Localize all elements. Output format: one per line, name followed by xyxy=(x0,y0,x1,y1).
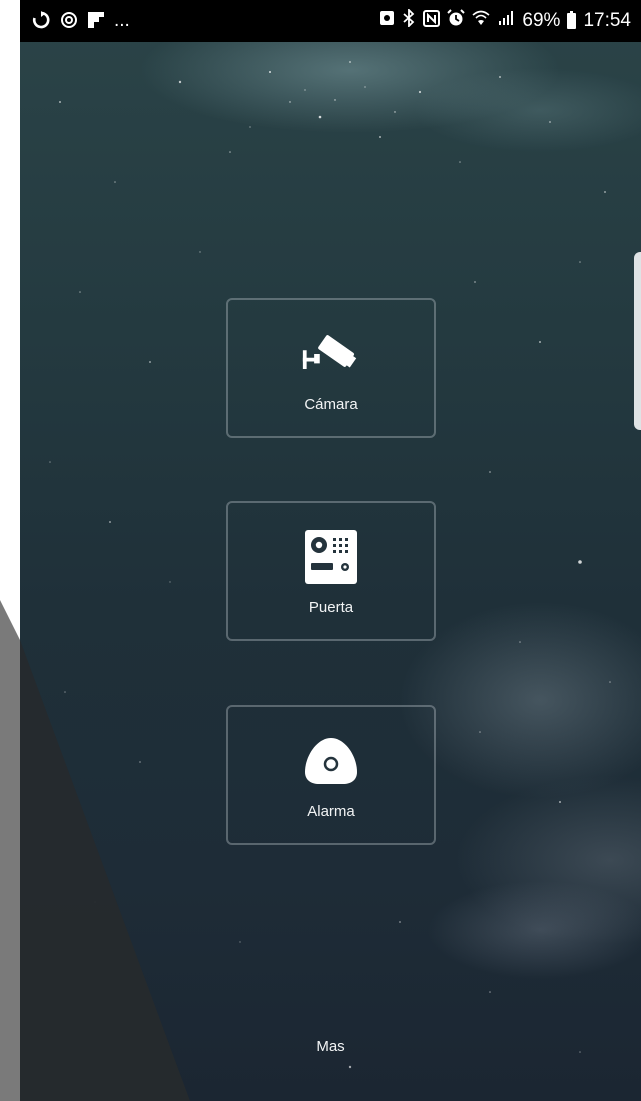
photo-icon xyxy=(379,10,395,32)
sync-icon xyxy=(32,10,50,32)
door-intercom-icon xyxy=(301,527,361,587)
door-tile[interactable]: Puerta xyxy=(226,501,436,641)
status-bar-left: ... xyxy=(32,10,130,32)
battery-percent: 69% xyxy=(522,10,561,31)
app-screen: ... 69% 17:54 Cámara Puerta Alarma Mas xyxy=(20,0,641,1101)
data-saver-icon xyxy=(60,11,78,32)
alarm-sensor-icon xyxy=(301,731,361,791)
status-bar: ... 69% 17:54 xyxy=(20,0,641,42)
security-camera-icon xyxy=(301,324,361,384)
status-overflow: ... xyxy=(114,10,130,31)
camera-tile[interactable]: Cámara xyxy=(226,298,436,438)
battery-icon xyxy=(567,11,577,29)
camera-label: Cámara xyxy=(304,395,358,413)
clock: 17:54 xyxy=(583,10,631,31)
wifi-icon xyxy=(472,10,490,32)
door-label: Puerta xyxy=(308,598,354,616)
more-button[interactable]: Mas xyxy=(20,1038,641,1055)
alarm-tile[interactable]: Alarma xyxy=(226,705,436,845)
nfc-icon xyxy=(423,9,441,33)
alarm-icon xyxy=(447,9,466,33)
flipboard-icon xyxy=(88,11,104,32)
side-panel-handle[interactable] xyxy=(634,252,641,430)
status-bar-right: 69% 17:54 xyxy=(379,7,631,33)
alarm-label: Alarma xyxy=(307,802,355,820)
signal-icon xyxy=(497,10,515,32)
bluetooth-icon xyxy=(402,7,416,33)
